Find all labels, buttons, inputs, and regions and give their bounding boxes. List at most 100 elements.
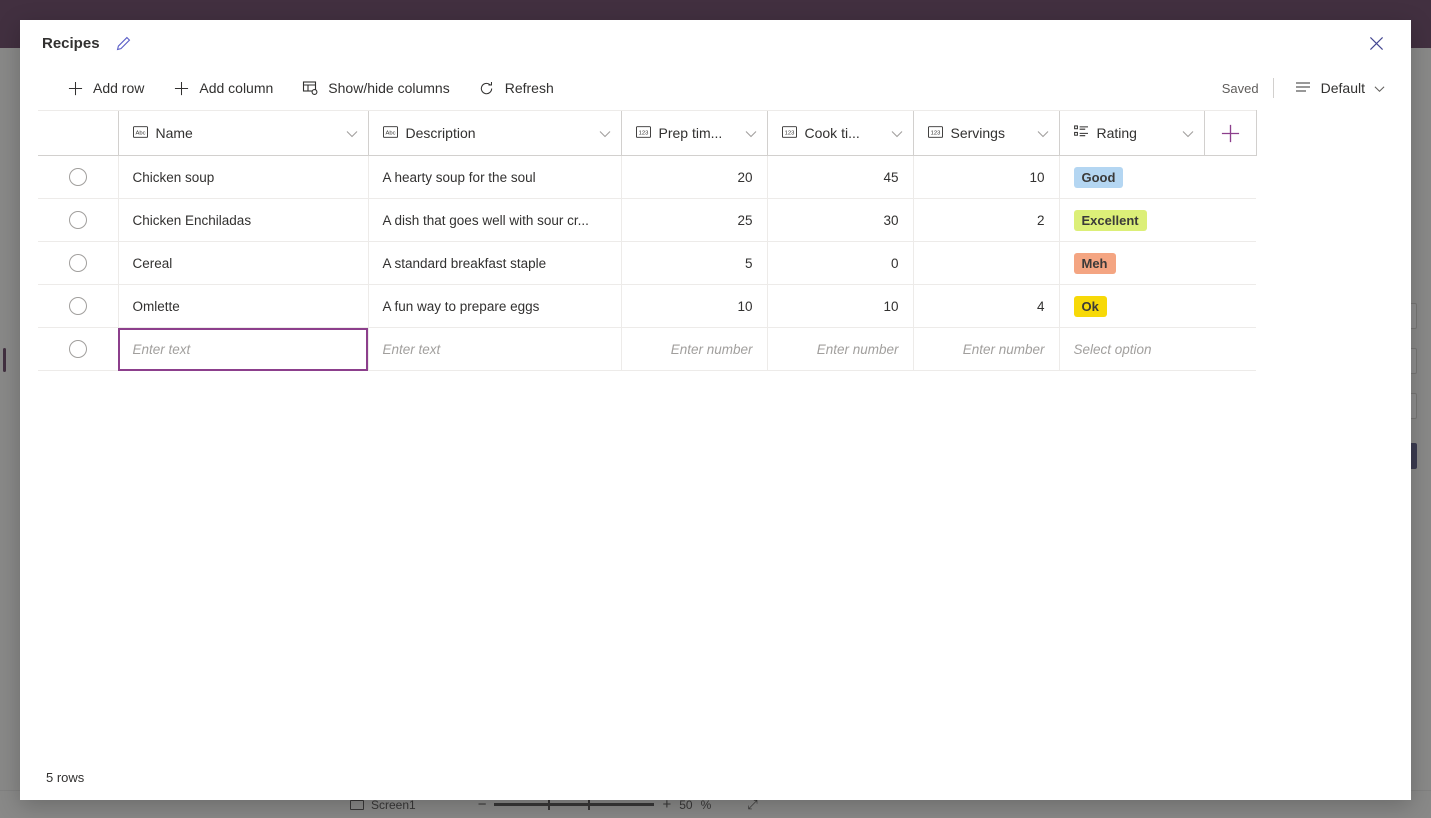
- cell-rating[interactable]: Good: [1059, 156, 1204, 199]
- plus-icon[interactable]: [1205, 111, 1256, 155]
- svg-text:Abc: Abc: [385, 130, 395, 136]
- status-badge: Good: [1074, 167, 1124, 188]
- table-row[interactable]: Omlette A fun way to prepare eggs 10 10 …: [38, 285, 1256, 328]
- new-row-prep-time-input[interactable]: Enter number: [621, 328, 767, 371]
- cell-value: A standard breakfast staple: [369, 242, 621, 284]
- cell-prep-time[interactable]: 25: [621, 199, 767, 242]
- refresh-label: Refresh: [505, 80, 554, 96]
- cell-name[interactable]: Chicken soup: [118, 156, 368, 199]
- cell-value: 30: [768, 199, 913, 241]
- page-title: Recipes: [42, 35, 100, 52]
- svg-text:123: 123: [638, 130, 648, 136]
- cell-value: A hearty soup for the soul: [369, 156, 621, 198]
- column-header-description[interactable]: Abc Description: [368, 111, 621, 156]
- row-selector-cell[interactable]: [38, 156, 118, 199]
- cell-cook-time[interactable]: 10: [767, 285, 913, 328]
- row-select-circle[interactable]: [69, 211, 87, 229]
- saved-status: Saved: [1222, 81, 1259, 96]
- column-header-label: Rating: [1097, 125, 1137, 141]
- new-row-cook-time-input[interactable]: Enter number: [767, 328, 913, 371]
- cell-description[interactable]: A standard breakfast staple: [368, 242, 621, 285]
- cell-cook-time[interactable]: 0: [767, 242, 913, 285]
- show-hide-columns-button[interactable]: Show/hide columns: [299, 75, 451, 101]
- placeholder-text: Enter number: [768, 328, 913, 370]
- cell-prep-time[interactable]: 20: [621, 156, 767, 199]
- add-column-header-button[interactable]: [1204, 111, 1256, 156]
- placeholder-text: Enter number: [622, 328, 767, 370]
- column-header-prep-time[interactable]: 123 Prep tim...: [621, 111, 767, 156]
- column-header-cook-time[interactable]: 123 Cook ti...: [767, 111, 913, 156]
- dialog-title-bar: Recipes: [20, 20, 1411, 66]
- cell-servings[interactable]: 2: [913, 199, 1059, 242]
- add-row-button[interactable]: Add row: [64, 75, 146, 101]
- cell-servings[interactable]: 4: [913, 285, 1059, 328]
- dialog-footer: 5 rows: [20, 754, 1411, 800]
- cell-prep-time[interactable]: 10: [621, 285, 767, 328]
- view-picker[interactable]: Default: [1288, 75, 1391, 101]
- svg-text:123: 123: [930, 130, 940, 136]
- plus-icon: [66, 79, 84, 97]
- new-row-name-input[interactable]: Enter text: [118, 328, 368, 371]
- cell-servings[interactable]: 10: [913, 156, 1059, 199]
- row-select-circle[interactable]: [69, 340, 87, 358]
- status-badge: Excellent: [1074, 210, 1147, 231]
- close-icon[interactable]: [1361, 28, 1391, 58]
- chevron-down-icon[interactable]: [745, 126, 757, 141]
- cell-description[interactable]: A dish that goes well with sour cr...: [368, 199, 621, 242]
- cell-description[interactable]: A hearty soup for the soul: [368, 156, 621, 199]
- new-row-rating-select[interactable]: Select option: [1059, 328, 1204, 371]
- row-select-circle[interactable]: [69, 297, 87, 315]
- chevron-down-icon[interactable]: [1037, 126, 1049, 141]
- cell-rating[interactable]: Ok: [1059, 285, 1204, 328]
- cell-value: [914, 242, 1059, 284]
- cell-name[interactable]: Omlette: [118, 285, 368, 328]
- add-column-button[interactable]: Add column: [170, 75, 275, 101]
- row-select-circle[interactable]: [69, 254, 87, 272]
- row-selector-cell[interactable]: [38, 199, 118, 242]
- pencil-icon[interactable]: [114, 33, 134, 53]
- new-row-description-input[interactable]: Enter text: [368, 328, 621, 371]
- row-count-label: 5 rows: [46, 770, 84, 785]
- text-type-icon: Abc: [383, 126, 398, 141]
- select-all-header: [38, 111, 118, 156]
- row-selector-cell[interactable]: [38, 328, 118, 371]
- cell-cook-time[interactable]: 30: [767, 199, 913, 242]
- data-table-dialog: Recipes Add row Add column: [20, 20, 1411, 800]
- row-select-circle[interactable]: [69, 168, 87, 186]
- status-badge: Ok: [1074, 296, 1107, 317]
- new-row-servings-input[interactable]: Enter number: [913, 328, 1059, 371]
- cell-spacer: [1204, 285, 1256, 328]
- dialog-toolbar: Add row Add column Show/hide columns: [20, 66, 1411, 110]
- data-grid-container: Abc Name: [20, 110, 1411, 754]
- chevron-down-icon[interactable]: [599, 126, 611, 141]
- status-badge: Meh: [1074, 253, 1116, 274]
- table-row[interactable]: Cereal A standard breakfast staple 5 0 M…: [38, 242, 1256, 285]
- refresh-button[interactable]: Refresh: [476, 75, 556, 101]
- cell-value: 2: [914, 199, 1059, 241]
- column-header-label: Name: [156, 125, 193, 141]
- cell-servings[interactable]: [913, 242, 1059, 285]
- row-selector-cell[interactable]: [38, 285, 118, 328]
- new-row[interactable]: Enter text Enter text Enter number Enter…: [38, 328, 1256, 371]
- cell-value: A fun way to prepare eggs: [369, 285, 621, 327]
- cell-value: Chicken soup: [119, 156, 368, 198]
- table-row[interactable]: Chicken Enchiladas A dish that goes well…: [38, 199, 1256, 242]
- row-selector-cell[interactable]: [38, 242, 118, 285]
- cell-value: Omlette: [119, 285, 368, 327]
- table-row[interactable]: Chicken soup A hearty soup for the soul …: [38, 156, 1256, 199]
- cell-rating[interactable]: Excellent: [1059, 199, 1204, 242]
- column-header-rating[interactable]: Rating: [1059, 111, 1204, 156]
- cell-cook-time[interactable]: 45: [767, 156, 913, 199]
- column-header-servings[interactable]: 123 Servings: [913, 111, 1059, 156]
- cell-prep-time[interactable]: 5: [621, 242, 767, 285]
- chevron-down-icon[interactable]: [891, 126, 903, 141]
- cell-description[interactable]: A fun way to prepare eggs: [368, 285, 621, 328]
- cell-name[interactable]: Chicken Enchiladas: [118, 199, 368, 242]
- cell-name[interactable]: Cereal: [118, 242, 368, 285]
- cell-spacer: [1204, 328, 1256, 371]
- column-header-label: Cook ti...: [805, 125, 860, 141]
- chevron-down-icon[interactable]: [1182, 126, 1194, 141]
- chevron-down-icon[interactable]: [346, 126, 358, 141]
- column-header-name[interactable]: Abc Name: [118, 111, 368, 156]
- cell-rating[interactable]: Meh: [1059, 242, 1204, 285]
